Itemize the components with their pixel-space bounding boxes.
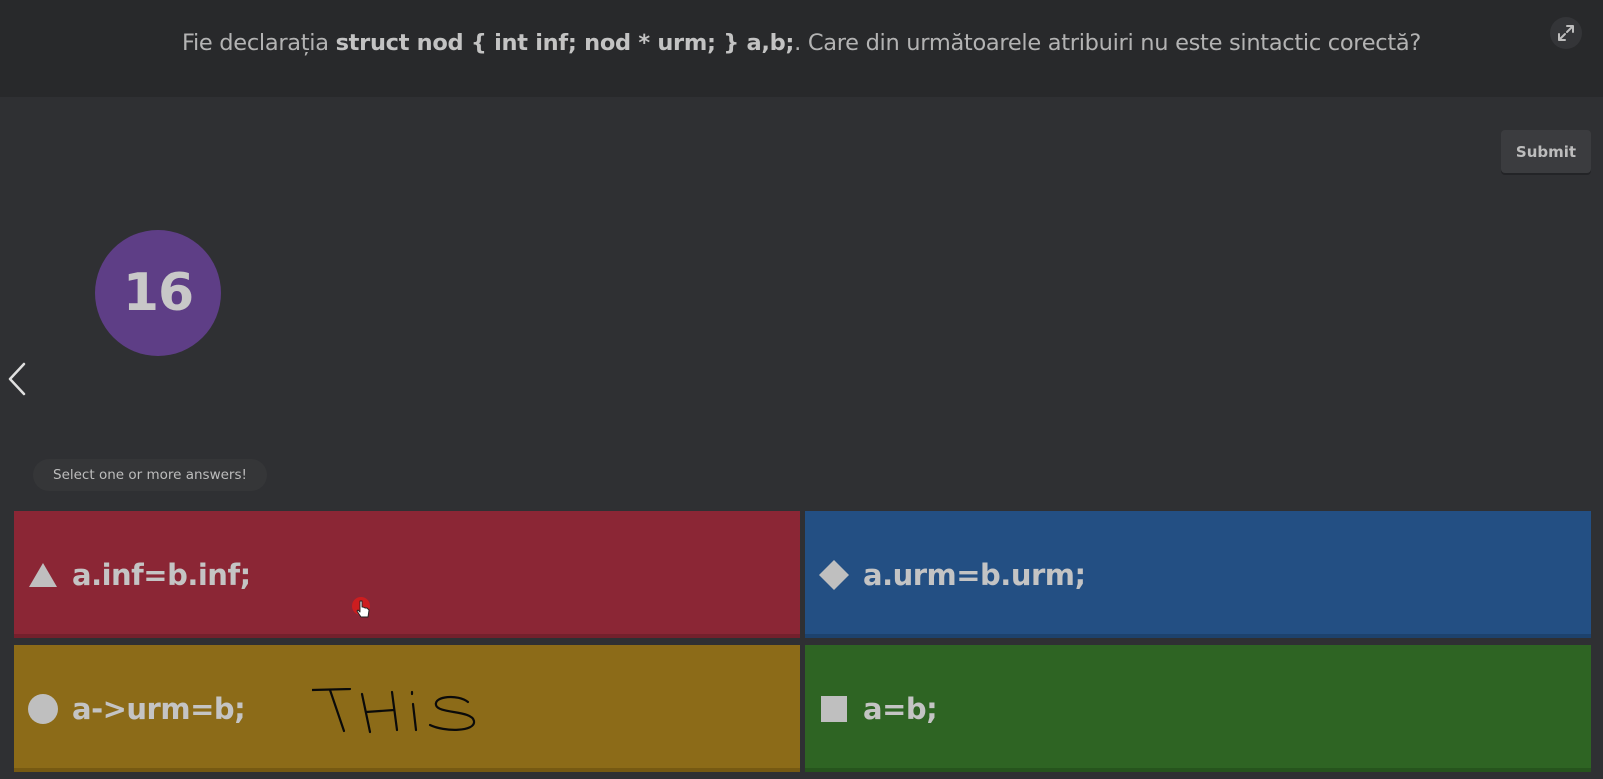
handwritten-annotation xyxy=(312,688,476,734)
answer-label: a->urm=b; xyxy=(72,691,246,726)
answer-option-b[interactable]: a.urm=b.urm; xyxy=(805,511,1591,638)
selection-hint: Select one or more answers! xyxy=(33,459,267,491)
question-text: Fie declarația struct nod { int inf; nod… xyxy=(0,30,1603,56)
chevron-left-icon xyxy=(8,362,26,396)
quiz-page: Fie declarația struct nod { int inf; nod… xyxy=(0,0,1603,779)
diamond-icon xyxy=(819,559,849,590)
previous-button[interactable] xyxy=(4,360,32,398)
submit-button[interactable]: Submit xyxy=(1501,130,1591,173)
triangle-icon xyxy=(28,560,58,590)
question-suffix: . Care din următoarele atribuiri nu este… xyxy=(794,30,1422,56)
answer-label: a.inf=b.inf; xyxy=(72,557,251,592)
circle-icon xyxy=(28,693,58,724)
hand-pointer-icon xyxy=(352,597,370,618)
square-icon xyxy=(819,694,849,724)
expand-button[interactable] xyxy=(1550,17,1582,49)
answer-option-a[interactable]: a.inf=b.inf; xyxy=(14,511,800,638)
question-bar: Fie declarația struct nod { int inf; nod… xyxy=(0,0,1603,97)
timer-badge: 16 xyxy=(95,230,221,356)
question-prefix: Fie declarația xyxy=(181,30,336,56)
answer-label: a.urm=b.urm; xyxy=(863,557,1086,592)
expand-icon xyxy=(1558,25,1574,41)
question-code: struct nod { int inf; nod * urm; } a,b; xyxy=(335,30,795,56)
answer-label: a=b; xyxy=(863,691,938,726)
answer-option-d[interactable]: a=b; xyxy=(805,645,1591,772)
